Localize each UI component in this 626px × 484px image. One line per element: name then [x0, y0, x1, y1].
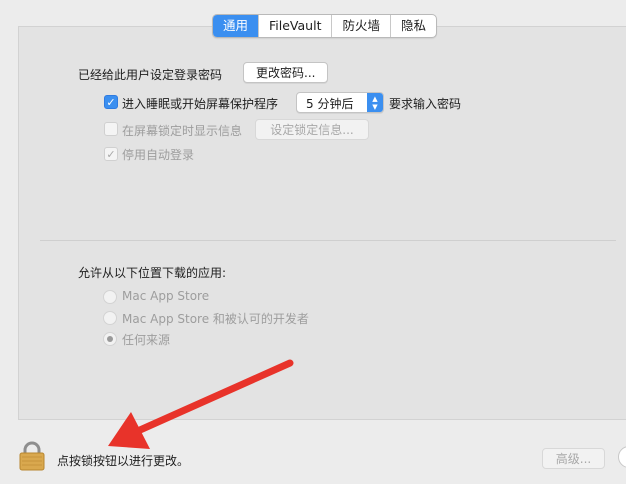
change-password-button[interactable]: 更改密码...	[243, 62, 329, 83]
downloads-title: 允许从以下位置下载的应用:	[78, 266, 227, 280]
tab-general[interactable]: 通用	[213, 15, 259, 37]
lock-icon[interactable]	[18, 441, 46, 471]
general-panel	[18, 26, 626, 420]
tab-filevault[interactable]: FileVault	[258, 15, 331, 37]
password-delay-value: 5 分钟后	[306, 97, 354, 111]
require-password-suffix: 要求输入密码	[389, 97, 462, 111]
tab-firewall[interactable]: 防火墙	[331, 15, 390, 37]
show-message-label: 在屏幕锁定时显示信息	[122, 124, 243, 138]
disable-auto-login-label: 停用自动登录	[122, 148, 195, 162]
require-password-checkbox[interactable]: ✓	[104, 95, 118, 109]
password-set-label: 已经给此用户设定登录密码	[78, 68, 223, 82]
lock-hint-text: 点按锁按钮以进行更改。	[57, 454, 190, 468]
chevron-updown-icon: ▲ ▼	[367, 93, 383, 112]
tab-bar: 通用 FileVault 防火墙 隐私	[212, 14, 438, 38]
checkmark-icon: ✓	[106, 95, 116, 109]
password-delay-select[interactable]: 5 分钟后 ▲ ▼	[296, 92, 384, 113]
advanced-button[interactable]: 高级...	[542, 448, 605, 469]
section-divider	[40, 240, 616, 241]
show-message-checkbox[interactable]	[104, 122, 118, 136]
radio-mac-app-store-label: Mac App Store	[122, 289, 210, 303]
require-password-label: 进入睡眠或开始屏幕保护程序	[122, 97, 279, 111]
disable-auto-login-checkbox[interactable]: ✓	[104, 147, 118, 161]
set-lock-message-button[interactable]: 设定锁定信息...	[255, 119, 369, 140]
radio-identified-developers-label: Mac App Store 和被认可的开发者	[122, 312, 309, 326]
radio-identified-developers[interactable]	[103, 311, 117, 325]
radio-anywhere-label: 任何来源	[122, 333, 171, 347]
radio-mac-app-store[interactable]	[103, 290, 117, 304]
tab-privacy[interactable]: 隐私	[390, 15, 436, 37]
radio-anywhere[interactable]	[103, 332, 117, 346]
help-icon[interactable]	[618, 446, 626, 468]
checkmark-icon: ✓	[106, 147, 116, 161]
